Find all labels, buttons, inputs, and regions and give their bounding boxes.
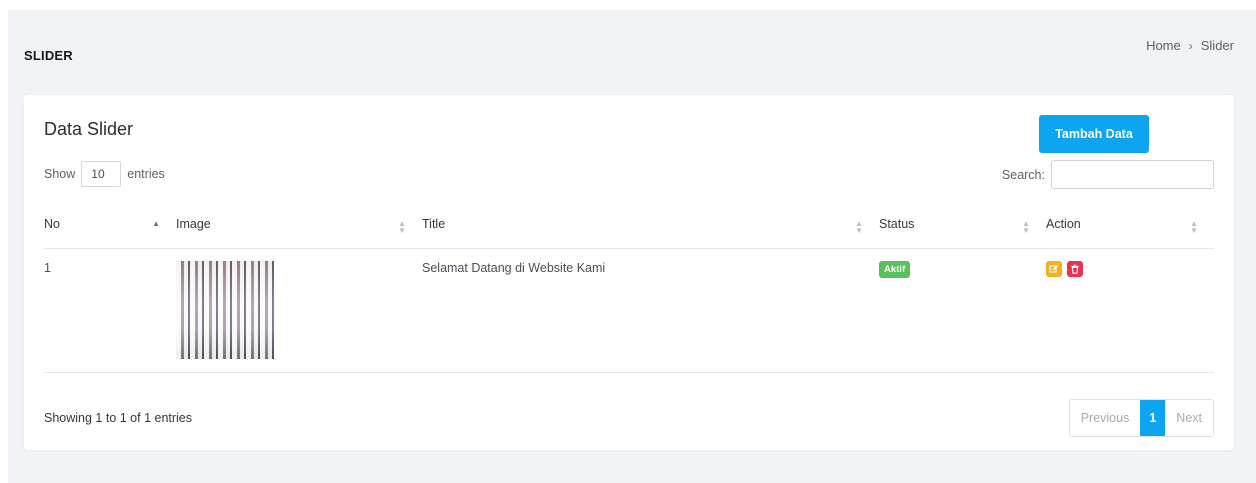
column-label: No (44, 217, 60, 232)
entries-length: Show 10 entries (44, 161, 165, 187)
search-label: Search: (1001, 167, 1045, 182)
column-header-no[interactable]: No ▲ (44, 207, 176, 249)
pagination-page-1[interactable]: 1 (1140, 400, 1166, 436)
column-label: Title (422, 217, 446, 232)
cell-action (1046, 248, 1214, 372)
sort-icon: ▲ ▼ (398, 219, 406, 235)
length-show-label: Show (44, 167, 76, 181)
pagination-previous[interactable]: Previous (1069, 400, 1141, 436)
card-title: Data Slider (44, 119, 134, 139)
column-label: Image (176, 217, 211, 232)
trash-icon (1071, 264, 1079, 274)
table-row: 1 Selamat Datang di Website Kami Aktif (44, 248, 1214, 372)
chevron-right-icon: › (1188, 38, 1193, 53)
column-label: Status (879, 217, 915, 232)
sort-icon: ▲ ▼ (855, 219, 863, 235)
data-card: Data Slider Tambah Data Show 10 entries … (24, 95, 1234, 450)
edit-button[interactable] (1046, 260, 1062, 277)
column-label: Action (1046, 217, 1081, 232)
column-header-image[interactable]: Image ▲ ▼ (176, 207, 422, 249)
breadcrumb-home[interactable]: Home (1146, 38, 1181, 53)
entries-select[interactable]: 10 (81, 161, 122, 187)
sort-asc-icon: ▲ (152, 219, 160, 228)
slider-table: No ▲ Image ▲ ▼ Title ▲ ▼ Status ▲ ▼ Acti… (44, 207, 1214, 373)
table-info: Showing 1 to 1 of 1 entries (44, 411, 193, 425)
column-header-action[interactable]: Action ▲ ▼ (1046, 207, 1214, 249)
length-entries-label: entries (127, 167, 165, 181)
page-title: SLIDER (24, 48, 73, 63)
table-header-row: No ▲ Image ▲ ▼ Title ▲ ▼ Status ▲ ▼ Acti… (44, 207, 1214, 249)
add-data-button[interactable]: Tambah Data (1039, 115, 1149, 153)
edit-icon (1049, 264, 1058, 273)
search-input[interactable] (1051, 160, 1214, 189)
sort-icon: ▲ ▼ (1022, 219, 1030, 235)
status-badge: Aktif (879, 260, 911, 278)
cell-status: Aktif (879, 248, 1046, 372)
cell-image (176, 248, 422, 372)
pagination: Previous 1 Next (1068, 399, 1214, 437)
column-header-status[interactable]: Status ▲ ▼ (879, 207, 1046, 249)
search-box: Search: (1002, 160, 1214, 189)
breadcrumb: Home › Slider (1146, 38, 1234, 53)
cell-no: 1 (44, 260, 51, 275)
breadcrumb-current: Slider (1200, 38, 1234, 53)
cell-title: Selamat Datang di Website Kami (422, 260, 606, 275)
delete-button[interactable] (1067, 260, 1083, 277)
row-actions (1046, 260, 1214, 277)
pagination-next[interactable]: Next (1165, 400, 1213, 436)
content-area: SLIDER Home › Slider Data Slider Tambah … (8, 10, 1256, 483)
column-header-title[interactable]: Title ▲ ▼ (422, 207, 879, 249)
sort-icon: ▲ ▼ (1190, 219, 1198, 235)
slider-image (176, 260, 274, 359)
